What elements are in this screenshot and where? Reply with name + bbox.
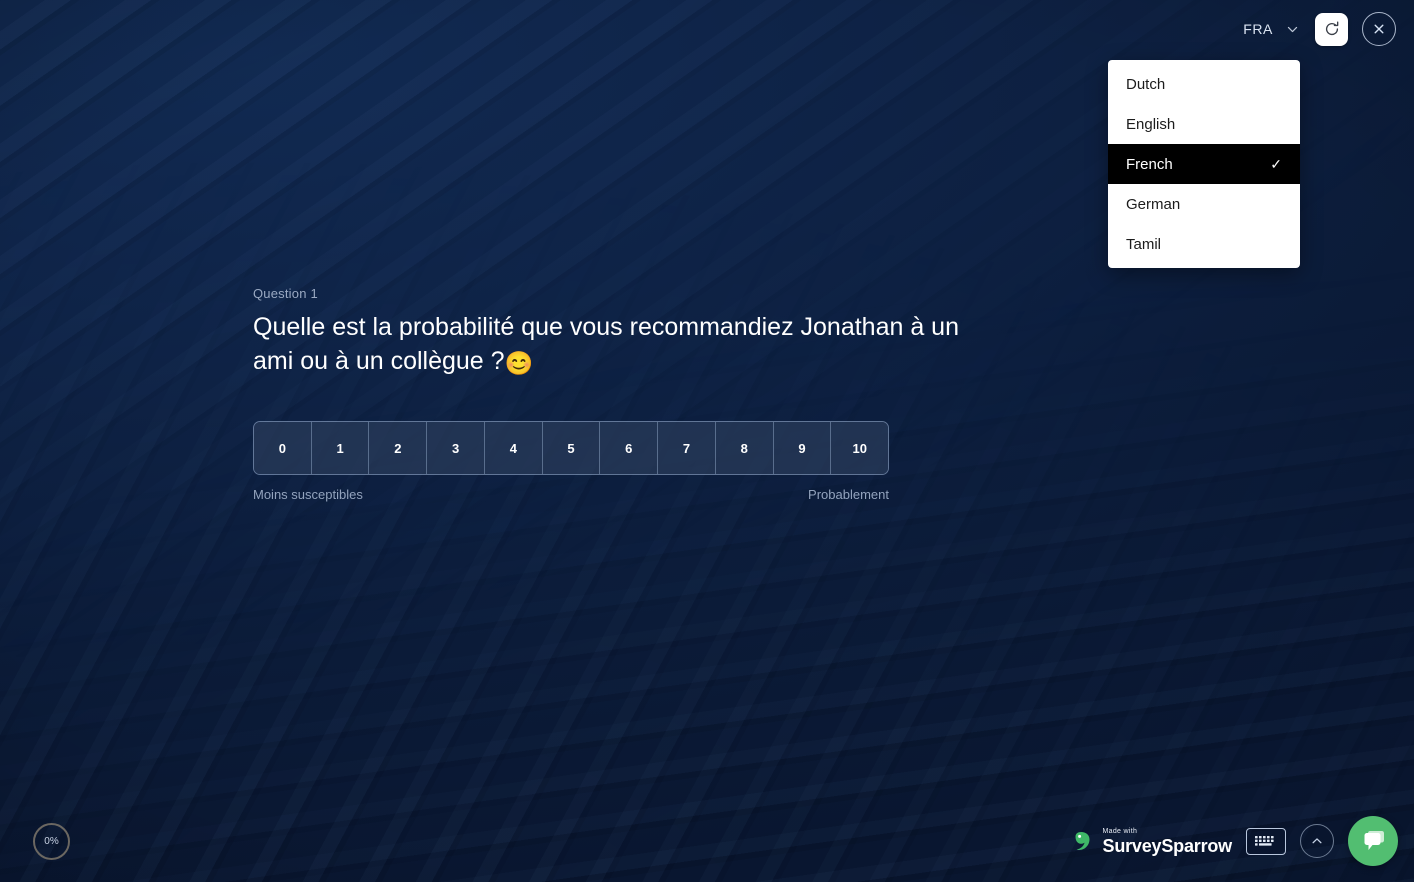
language-option-english[interactable]: English	[1108, 104, 1300, 144]
nps-option-1[interactable]: 1	[311, 422, 370, 474]
restart-icon	[1325, 21, 1338, 36]
nps-scale-block: 0 1 2 3 4 5 6 7 8 9 10 Moins susceptible…	[253, 421, 889, 502]
nps-option-5[interactable]: 5	[542, 422, 601, 474]
language-option-label: French	[1126, 155, 1173, 173]
question-block: Question 1 Quelle est la probabilité que…	[253, 286, 1013, 378]
language-option-label: English	[1126, 115, 1176, 133]
made-with-label: Made with	[1102, 827, 1138, 835]
question-text: Quelle est la probabilité que vous recom…	[253, 311, 993, 378]
language-selector[interactable]: FRA	[1241, 15, 1301, 43]
survey-page: FRA Dutch English French ✓ German Tamil …	[0, 0, 1414, 882]
question-text-content: Quelle est la probabilité que vous recom…	[253, 313, 959, 375]
progress-indicator: 0%	[33, 823, 70, 860]
nps-option-6[interactable]: 6	[600, 422, 659, 474]
nps-option-7[interactable]: 7	[658, 422, 716, 474]
language-dropdown-menu: Dutch English French ✓ German Tamil	[1108, 60, 1300, 268]
nps-scale-labels: Moins susceptibles Probablement	[253, 487, 889, 502]
restart-survey-button[interactable]	[1315, 12, 1348, 46]
close-button[interactable]	[1362, 12, 1396, 46]
nps-option-2[interactable]: 2	[369, 422, 428, 474]
language-option-tamil[interactable]: Tamil	[1108, 224, 1300, 264]
keyboard-icon	[1255, 836, 1274, 846]
nps-option-0[interactable]: 0	[254, 422, 312, 474]
footer-bar: Made with SurveySparrow	[1071, 816, 1398, 866]
close-icon	[1374, 24, 1384, 34]
check-icon: ✓	[1270, 156, 1282, 172]
chat-widget-button[interactable]	[1348, 816, 1398, 866]
surveysparrow-branding[interactable]: Made with SurveySparrow	[1071, 828, 1232, 855]
chat-bubble-icon	[1364, 831, 1384, 850]
nps-left-label: Moins susceptibles	[253, 487, 363, 502]
language-option-french[interactable]: French ✓	[1108, 144, 1300, 184]
brand-name-label: SurveySparrow	[1102, 835, 1233, 856]
chevron-down-icon	[1287, 26, 1298, 32]
keyboard-shortcuts-button[interactable]	[1246, 827, 1286, 855]
language-option-label: German	[1126, 195, 1181, 213]
language-code-label: FRA	[1243, 21, 1273, 37]
nps-option-8[interactable]: 8	[715, 422, 774, 474]
nps-option-4[interactable]: 4	[484, 422, 543, 474]
language-option-dutch[interactable]: Dutch	[1108, 64, 1300, 104]
sparrow-logo-icon	[1075, 832, 1090, 850]
nps-option-9[interactable]: 9	[773, 422, 832, 474]
nps-right-label: Probablement	[808, 487, 889, 502]
top-bar: FRA	[0, 0, 1414, 58]
language-option-label: Tamil	[1126, 235, 1162, 253]
language-option-label: Dutch	[1126, 75, 1166, 93]
chevron-up-icon	[1312, 838, 1322, 844]
nps-option-10[interactable]: 10	[831, 422, 888, 474]
nps-option-3[interactable]: 3	[427, 422, 485, 474]
nps-scale: 0 1 2 3 4 5 6 7 8 9 10	[253, 421, 889, 475]
collapse-toggle-button[interactable]	[1300, 824, 1334, 858]
language-option-german[interactable]: German	[1108, 184, 1300, 224]
question-number-label: Question 1	[253, 286, 318, 301]
question-emoji: 😊	[504, 349, 534, 376]
progress-percent-label: 0%	[44, 836, 59, 847]
